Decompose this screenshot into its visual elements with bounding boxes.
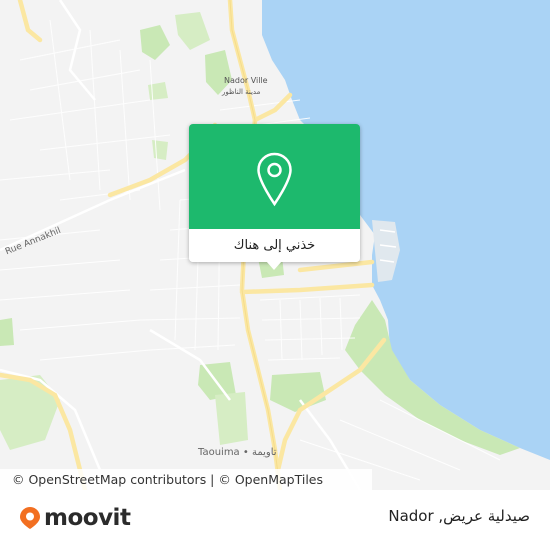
park — [152, 140, 168, 160]
popup-pointer — [266, 261, 282, 270]
moovit-logo[interactable]: moovit — [19, 505, 131, 531]
park — [215, 392, 248, 445]
popup-header[interactable] — [189, 124, 360, 229]
map-label-taouima: Taouima • تاويمة — [198, 447, 277, 458]
map-attribution[interactable]: © OpenStreetMap contributors | © OpenMap… — [0, 469, 372, 490]
location-pin-icon — [257, 152, 292, 207]
moovit-brand-text: moovit — [44, 505, 131, 531]
park — [148, 82, 168, 100]
take-me-there-button[interactable]: خذني إلى هناك — [189, 229, 360, 262]
place-name: صيدلية عريض, Nador — [388, 507, 530, 525]
park — [0, 318, 14, 346]
location-popup[interactable]: خذني إلى هناك — [189, 124, 360, 270]
map-label-nador-ville-ar: مدينة الناظور — [222, 88, 261, 96]
moovit-pin-icon — [20, 507, 40, 529]
map-label-nador-ville: Nador Ville — [224, 76, 268, 85]
